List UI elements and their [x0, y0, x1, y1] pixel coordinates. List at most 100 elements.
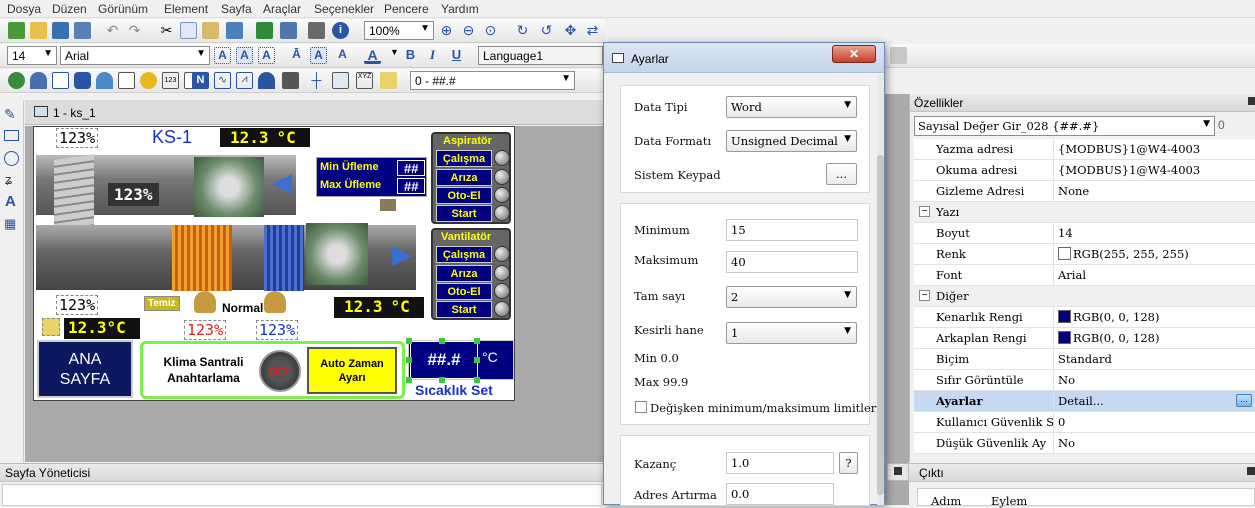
data-formati-select[interactable]: Unsigned Decimal ▼: [726, 130, 857, 152]
dialog-close-button[interactable]: ✕: [832, 45, 876, 63]
data-tipi-select[interactable]: Word ▼: [726, 96, 857, 118]
language-select[interactable]: Language1: [478, 46, 603, 65]
klima-off-switch[interactable]: OFF: [259, 350, 301, 392]
alarm-icon[interactable]: [258, 72, 275, 89]
italic-icon[interactable]: I: [424, 47, 441, 64]
lamp-icon[interactable]: [140, 72, 157, 89]
property-value[interactable]: No: [1058, 436, 1075, 450]
vantilator-oto-el[interactable]: Oto-El: [436, 283, 492, 300]
note-icon[interactable]: [380, 72, 397, 89]
handle-tc[interactable]: [439, 338, 445, 344]
property-row[interactable]: Arkaplan Rengi RGB(0, 0, 128): [914, 328, 1255, 349]
degisken-checkbox[interactable]: [635, 401, 647, 413]
kesirli-hane-select[interactable]: 1 ▼: [726, 322, 857, 344]
property-category[interactable]: − Yazı: [914, 202, 1255, 223]
maksimum-input[interactable]: 40: [726, 251, 858, 273]
property-row[interactable]: Renk RGB(255, 255, 255): [914, 244, 1255, 265]
chart-icon[interactable]: ⩘: [236, 72, 253, 89]
kazanc-help-button[interactable]: ?: [839, 452, 858, 474]
property-value[interactable]: No: [1058, 373, 1075, 387]
polyline-tool-icon[interactable]: ʑ: [5, 172, 12, 187]
property-value[interactable]: None: [1058, 184, 1089, 198]
zoom-select[interactable]: 100% ▼: [364, 21, 434, 40]
menu-dosya[interactable]: Dosya: [7, 2, 41, 16]
n-icon[interactable]: N: [192, 72, 209, 89]
valign-middle-icon[interactable]: A: [310, 47, 327, 64]
menu-duzen[interactable]: Düzen: [52, 2, 87, 16]
aspirator-start[interactable]: Start: [436, 205, 492, 222]
rect-icon[interactable]: [52, 72, 69, 89]
underline-icon[interactable]: U: [448, 47, 465, 64]
font-color-icon[interactable]: A: [364, 47, 381, 64]
menu-secenekler[interactable]: Seçenekler: [314, 2, 374, 16]
handle-bl[interactable]: [406, 377, 412, 383]
handle-mr[interactable]: [474, 357, 480, 363]
property-value[interactable]: Detail...: [1058, 394, 1104, 408]
table-tool-icon[interactable]: ▦: [4, 216, 16, 232]
keypad-browse-button[interactable]: ...: [826, 163, 857, 185]
slider-icon[interactable]: ┼: [308, 72, 325, 89]
property-row[interactable]: Ayarlar Detail...…: [914, 391, 1255, 412]
download-icon[interactable]: [308, 22, 325, 39]
aspirator-ariza[interactable]: Arıza: [436, 169, 492, 186]
menu-yardim[interactable]: Yardım: [441, 2, 479, 16]
auto-zaman-button[interactable]: Auto Zaman Ayarı: [307, 347, 397, 394]
property-row[interactable]: Okuma adresi {MODBUS}1@W4-4003: [914, 160, 1255, 181]
bold-icon[interactable]: B: [402, 47, 419, 64]
object-selector[interactable]: Sayısal Değer Gir_028 {##.#} ▼: [914, 116, 1215, 136]
vantilator-start[interactable]: Start: [436, 301, 492, 318]
minimum-input[interactable]: 15: [726, 219, 858, 241]
handle-tr[interactable]: [474, 338, 480, 344]
text-tool-icon[interactable]: A: [5, 193, 16, 210]
aspirator-oto-el[interactable]: Oto-El: [436, 187, 492, 204]
zoom-out-icon[interactable]: ⊖: [460, 22, 477, 39]
property-value[interactable]: RGB(0, 0, 128): [1058, 331, 1159, 345]
property-row[interactable]: Biçim Standard: [914, 349, 1255, 370]
element-button-icon[interactable]: [8, 72, 25, 89]
gauge-icon[interactable]: [30, 72, 47, 89]
font-size-select[interactable]: 14 ▼: [7, 46, 57, 65]
property-value[interactable]: 14: [1058, 226, 1073, 240]
handle-ml[interactable]: [406, 357, 412, 363]
menu-element[interactable]: Element: [164, 2, 208, 16]
font-color-dropdown-icon[interactable]: ▼: [386, 47, 403, 64]
property-value[interactable]: Standard: [1058, 352, 1112, 366]
align-center-icon[interactable]: A: [236, 47, 253, 64]
collapse-icon[interactable]: −: [919, 206, 930, 217]
valign-bottom-icon[interactable]: A: [334, 47, 351, 64]
redo-icon[interactable]: ↷: [126, 22, 143, 39]
zoom-in-icon[interactable]: ⊕: [438, 22, 455, 39]
property-value[interactable]: RGB(255, 255, 255): [1058, 247, 1189, 261]
property-row[interactable]: Kullanıcı Güvenlik S 0: [914, 412, 1255, 433]
handle-tl[interactable]: [406, 338, 412, 344]
valign-top-icon[interactable]: Ā: [288, 47, 305, 64]
property-row[interactable]: Kenarlık Rengi RGB(0, 0, 128): [914, 307, 1255, 328]
pencil-icon[interactable]: ✎: [4, 106, 16, 123]
dialog-scroll-thumb[interactable]: [877, 155, 884, 495]
open-folder-icon[interactable]: [30, 22, 47, 39]
sicaklik-set-input[interactable]: ##.#: [410, 341, 478, 379]
adres-artirma-input[interactable]: 0.0: [726, 483, 834, 505]
ayarlar-detail-button[interactable]: …: [1236, 394, 1252, 407]
menu-pencere[interactable]: Pencere: [384, 2, 429, 16]
align-left-icon[interactable]: A: [214, 47, 231, 64]
copy-icon[interactable]: [180, 22, 197, 39]
tam-sayi-select[interactable]: 2 ▼: [726, 286, 857, 308]
property-value[interactable]: {MODBUS}1@W4-4003: [1058, 142, 1200, 156]
property-value[interactable]: RGB(0, 0, 128): [1058, 310, 1159, 324]
numeric-icon[interactable]: 123: [162, 72, 179, 89]
xy-icon[interactable]: XYZ: [356, 72, 373, 89]
font-name-select[interactable]: Arial ▼: [60, 46, 210, 65]
kazanc-input[interactable]: 1.0: [726, 452, 834, 474]
panel-menu-icon[interactable]: [1248, 97, 1255, 105]
screen-icon[interactable]: [226, 22, 243, 39]
property-row[interactable]: Gizleme Adresi None: [914, 181, 1255, 202]
tab-collapse[interactable]: [887, 463, 909, 481]
table-icon[interactable]: [332, 72, 349, 89]
max-ufleme-value[interactable]: ##: [397, 178, 425, 194]
keyboard-icon[interactable]: [282, 72, 299, 89]
undo-icon[interactable]: ↶: [104, 22, 121, 39]
new-icon[interactable]: [8, 22, 25, 39]
property-row[interactable]: Sıfır Görüntüle No: [914, 370, 1255, 391]
dialog-scrollbar[interactable]: [877, 75, 884, 505]
